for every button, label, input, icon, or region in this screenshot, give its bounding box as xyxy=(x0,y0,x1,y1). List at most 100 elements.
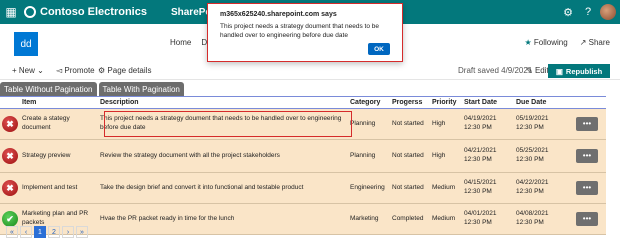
edit-label: Edit xyxy=(534,66,549,75)
more-actions-button[interactable]: ••• xyxy=(576,117,598,131)
cell-actions: ••• xyxy=(570,172,606,204)
page-button[interactable]: ‹ xyxy=(20,226,32,238)
cross-icon: ✖ xyxy=(2,116,18,132)
cell-status: ✖ xyxy=(0,139,20,173)
page-button[interactable]: › xyxy=(62,226,74,238)
due-date: 05/25/2021 xyxy=(516,147,549,155)
more-actions-button[interactable]: ••• xyxy=(576,212,598,226)
header-description: Description xyxy=(98,96,348,109)
check-icon: ✔ xyxy=(2,211,18,227)
save-status: Draft saved 4/9/2021 xyxy=(458,66,533,75)
following-label: Following xyxy=(533,38,568,47)
start-time: 12:30 PM xyxy=(464,156,492,163)
cell-due-date: 05/25/2021 12:30 PM xyxy=(514,139,570,173)
more-actions-button[interactable]: ••• xyxy=(576,149,598,163)
due-time: 12:30 PM xyxy=(516,156,544,163)
table-header-row: Item Description Category Progerss Prior… xyxy=(0,96,606,109)
table-row[interactable]: ✖ Implement and test Take the design brief… xyxy=(0,172,606,204)
globe-icon: ▣ xyxy=(555,66,563,76)
page-details-button[interactable]: ⚙ Page details xyxy=(98,66,151,75)
megaphone-icon: ◅ xyxy=(56,66,63,75)
cell-description: This project needs a strategy doument th… xyxy=(98,108,348,140)
page-button[interactable]: » xyxy=(76,226,88,238)
tab-table-without-pagination[interactable]: Table Without Pagination xyxy=(0,82,97,96)
help-icon[interactable]: ? xyxy=(578,0,598,24)
cell-start-date: 04/19/2021 12:30 PM xyxy=(462,108,514,140)
cell-progress: Not started xyxy=(390,172,430,204)
tab-table-with-pagination[interactable]: Table With Pagination xyxy=(98,82,184,96)
cell-progress: Completed xyxy=(390,203,430,235)
cell-category: Engineering xyxy=(348,172,390,204)
header-status xyxy=(0,96,20,109)
page-button[interactable]: 1 xyxy=(34,226,46,238)
cross-icon: ✖ xyxy=(2,148,18,164)
start-time: 12:30 PM xyxy=(464,124,492,131)
start-date: 04/15/2021 xyxy=(464,179,497,187)
suite-actions: ⚙ ? xyxy=(558,0,620,24)
edit-button[interactable]: ✎ Edit xyxy=(526,66,549,75)
cell-category: Marketing xyxy=(348,203,390,235)
site-actions: ★ Following ↗ Share xyxy=(525,38,611,47)
page-button[interactable]: « xyxy=(6,226,18,238)
star-icon: ★ xyxy=(524,38,532,47)
brand[interactable]: Contoso Electronics xyxy=(24,6,147,18)
cell-start-date: 04/21/2021 12:30 PM xyxy=(462,139,514,173)
cell-status: ✖ xyxy=(0,172,20,204)
nav-item-home[interactable]: Home xyxy=(170,38,191,47)
cell-due-date: 04/08/2021 12:30 PM xyxy=(514,203,570,235)
start-time: 12:30 PM xyxy=(464,219,492,226)
command-bar: + New ⌄ ◅ Promote ⚙ Page details Draft s… xyxy=(0,62,620,80)
plus-icon: + xyxy=(12,66,17,75)
republish-label: Republish xyxy=(565,66,603,76)
cross-icon: ✖ xyxy=(2,180,18,196)
table-body: ✖ Create a stategy document This project n… xyxy=(0,108,606,235)
table-row[interactable]: ✖ Strategy preview Review the strategy doc… xyxy=(0,139,606,173)
cell-actions: ••• xyxy=(570,139,606,173)
cell-description: Review the strategy document with all th… xyxy=(98,139,348,173)
header-item: Item xyxy=(20,96,98,109)
pagination: «‹ 1 2 ›» xyxy=(6,226,88,238)
new-label: New xyxy=(18,66,35,75)
header-progress: Progerss xyxy=(390,96,430,109)
cell-item: Create a stategy document xyxy=(20,108,98,140)
site-logo[interactable]: dd xyxy=(14,32,38,56)
cell-item: Strategy preview xyxy=(20,139,98,173)
promote-button[interactable]: ◅ Promote xyxy=(56,66,95,75)
app-launcher-icon[interactable]: ▦ xyxy=(0,0,22,24)
start-time: 12:30 PM xyxy=(464,188,492,195)
start-date: 04/01/2021 xyxy=(464,210,497,218)
cell-progress: Not started xyxy=(390,139,430,173)
new-button[interactable]: + New ⌄ xyxy=(12,66,44,75)
start-date: 04/21/2021 xyxy=(464,147,497,155)
task-table: Item Description Category Progerss Prior… xyxy=(0,96,606,235)
republish-button[interactable]: ▣ Republish xyxy=(548,64,610,78)
due-date: 04/08/2021 xyxy=(516,210,549,218)
cell-item: Implement and test xyxy=(20,172,98,204)
table-tabs: Table Without Pagination Table With Pagi… xyxy=(0,82,184,96)
dialog-message: This project needs a strategy doument th… xyxy=(220,23,379,40)
table-row[interactable]: ✔ Marketing plan and PR packets Hvae the P… xyxy=(0,203,606,235)
page-button[interactable]: 2 xyxy=(48,226,60,238)
header-priority: Priority xyxy=(430,96,462,109)
cell-progress: Not started xyxy=(390,108,430,140)
avatar[interactable] xyxy=(600,4,616,20)
settings-icon[interactable]: ⚙ xyxy=(558,0,578,24)
due-date: 04/22/2021 xyxy=(516,179,549,187)
cell-status: ✖ xyxy=(0,108,20,140)
share-button[interactable]: ↗ Share xyxy=(580,38,610,47)
cell-start-date: 04/15/2021 12:30 PM xyxy=(462,172,514,204)
site-nav: Home Do xyxy=(170,38,212,47)
sharepoint-page: ▦ Contoso Electronics SharePoint ⚙ ? dd … xyxy=(0,0,620,244)
start-date: 04/19/2021 xyxy=(464,115,497,123)
following-button[interactable]: ★ Following xyxy=(525,38,568,47)
promote-label: Promote xyxy=(64,66,95,75)
dialog-ok-button[interactable]: OK xyxy=(368,43,390,55)
cell-priority: Medium xyxy=(430,172,462,204)
share-label: Share xyxy=(588,38,610,47)
more-actions-button[interactable]: ••• xyxy=(576,181,598,195)
dialog-title: m365x625240.sharepoint.com says xyxy=(220,11,337,18)
table-row[interactable]: ✖ Create a stategy document This project n… xyxy=(0,108,606,140)
alert-dialog: m365x625240.sharepoint.com says This pro… xyxy=(207,3,403,62)
cell-start-date: 04/01/2021 12:30 PM xyxy=(462,203,514,235)
gear-icon: ⚙ xyxy=(98,66,106,75)
